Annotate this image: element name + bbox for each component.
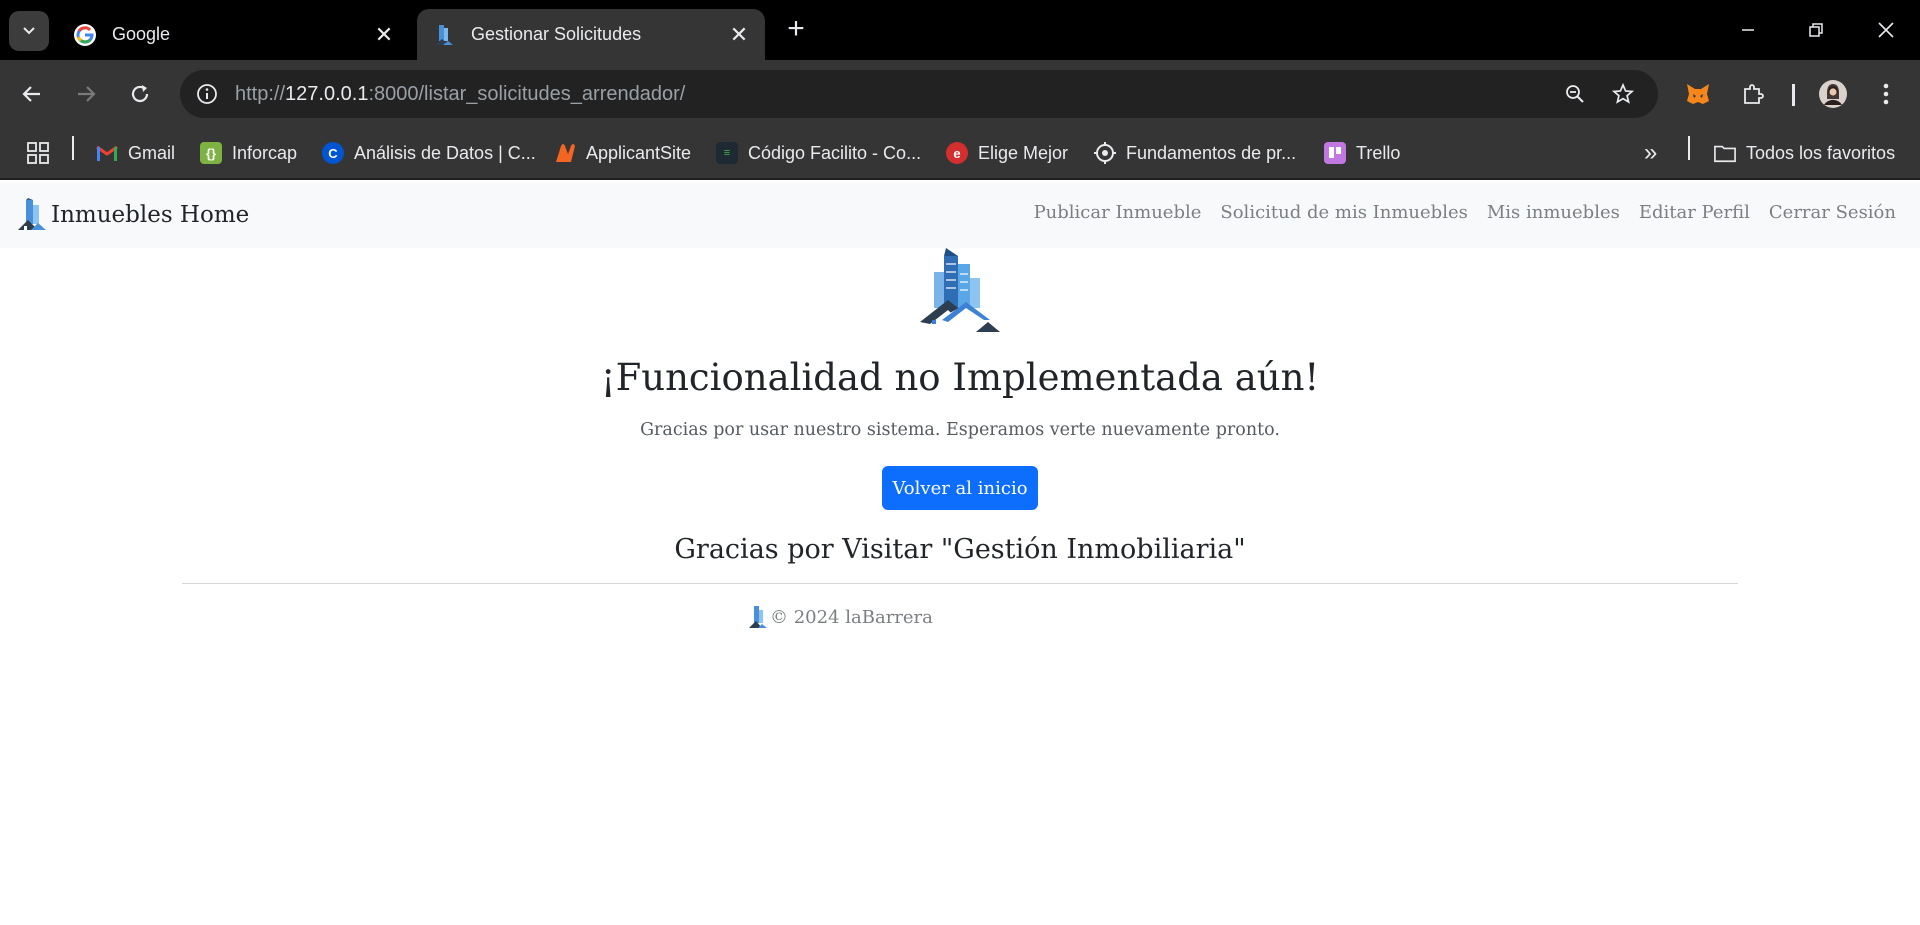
close-icon bbox=[1878, 22, 1894, 38]
bookmark-elige-mejor[interactable]: e Elige Mejor bbox=[946, 138, 1068, 168]
codigofacilito-icon: ≡ bbox=[716, 142, 738, 164]
nav-publicar-inmueble[interactable]: Publicar Inmueble bbox=[1034, 202, 1202, 223]
double-chevron-right-icon: » bbox=[1644, 139, 1658, 166]
url-host: 127.0.0.1 bbox=[285, 83, 369, 105]
minimize-icon bbox=[1742, 29, 1754, 31]
page-subtitle: Gracias por usar nuestro sistema. Espera… bbox=[640, 420, 1280, 440]
brand-link[interactable]: Inmuebles Home bbox=[17, 196, 249, 234]
building-icon bbox=[431, 22, 457, 48]
info-icon[interactable] bbox=[192, 79, 222, 109]
inforcap-icon: {} bbox=[200, 142, 222, 164]
back-home-button[interactable]: Volver al inicio bbox=[882, 466, 1038, 510]
coursera-icon: C bbox=[322, 142, 344, 164]
web-page: Inmuebles Home Publicar Inmueble Solicit… bbox=[0, 182, 1920, 925]
nav-links: Publicar Inmueble Solicitud de mis Inmue… bbox=[1034, 202, 1896, 223]
bookmark-label: Análisis de Datos | C... bbox=[354, 142, 536, 163]
folder-icon bbox=[1714, 142, 1736, 164]
nav-mis-inmuebles[interactable]: Mis inmuebles bbox=[1487, 202, 1620, 223]
bookmark-label: Trello bbox=[1356, 142, 1401, 163]
gmail-icon bbox=[96, 142, 118, 164]
browser-tab-strip: Google ✕ Gestionar Solicitudes ✕ + bbox=[0, 0, 1920, 60]
bookmark-label: Elige Mejor bbox=[978, 142, 1069, 163]
bookmark-label: Inforcap bbox=[232, 142, 298, 163]
restore-button[interactable] bbox=[1796, 14, 1836, 46]
url-path: :8000/listar_solicitudes_arrendador/ bbox=[368, 83, 686, 105]
bookmarks-overflow-button[interactable]: » bbox=[1644, 138, 1657, 168]
arrow-right-icon bbox=[78, 86, 96, 102]
building-logo-icon bbox=[18, 198, 46, 230]
thanks-heading: Gracias por Visitar "Gestión Inmobiliari… bbox=[674, 534, 1246, 565]
applicantsite-icon bbox=[554, 142, 576, 164]
bookmark-label: ApplicantSite bbox=[586, 142, 692, 163]
bookmark-label: Código Facilito - Co... bbox=[748, 142, 922, 163]
new-tab-button[interactable]: + bbox=[780, 14, 812, 46]
bookmark-label: Gmail bbox=[128, 142, 176, 163]
more-menu-icon[interactable] bbox=[1868, 76, 1904, 112]
close-window-button[interactable] bbox=[1866, 14, 1906, 46]
arrow-left-icon bbox=[22, 86, 40, 102]
close-icon[interactable]: ✕ bbox=[725, 21, 753, 49]
chevron-down-icon bbox=[23, 27, 35, 35]
bookmarks-separator bbox=[1688, 136, 1690, 160]
site-navbar: Inmuebles Home Publicar Inmueble Solicit… bbox=[0, 182, 1920, 248]
hero-building-logo bbox=[920, 248, 1000, 334]
bookmark-gmail[interactable]: Gmail bbox=[96, 138, 175, 168]
minimize-button[interactable] bbox=[1728, 14, 1768, 46]
trello-icon bbox=[1324, 142, 1346, 164]
close-icon[interactable]: ✕ bbox=[370, 21, 398, 49]
nav-cerrar-sesion[interactable]: Cerrar Sesión bbox=[1769, 202, 1896, 223]
tab-search-button[interactable] bbox=[9, 11, 49, 51]
google-icon bbox=[72, 22, 98, 48]
bookmark-label: Fundamentos de pr... bbox=[1126, 142, 1297, 163]
browser-toolbar: http://127.0.0.1:8000/listar_solicitudes… bbox=[0, 60, 1920, 128]
bookmarks-separator bbox=[72, 136, 74, 160]
zoom-icon[interactable] bbox=[1560, 79, 1590, 109]
page-title: ¡Funcionalidad no Implementada aún! bbox=[600, 356, 1320, 399]
tab-google[interactable]: Google ✕ bbox=[58, 9, 410, 60]
tab-gestionar-solicitudes[interactable]: Gestionar Solicitudes ✕ bbox=[417, 9, 765, 60]
fundamentos-icon bbox=[1094, 142, 1116, 164]
extensions-icon[interactable] bbox=[1735, 76, 1771, 112]
url-scheme: http:// bbox=[235, 83, 286, 105]
nav-solicitud-mis-inmuebles[interactable]: Solicitud de mis Inmuebles bbox=[1220, 202, 1467, 223]
bookmark-trello[interactable]: Trello bbox=[1324, 138, 1400, 168]
all-bookmarks-folder[interactable]: Todos los favoritos bbox=[1714, 138, 1895, 168]
address-bar[interactable]: http://127.0.0.1:8000/listar_solicitudes… bbox=[180, 70, 1658, 118]
bookmark-applicantsite[interactable]: ApplicantSite bbox=[554, 138, 691, 168]
back-button[interactable] bbox=[14, 76, 50, 112]
metamask-icon[interactable] bbox=[1680, 76, 1716, 112]
reload-button[interactable] bbox=[122, 76, 158, 112]
footer-copyright: © 2024 laBarrera bbox=[770, 606, 933, 628]
bookmark-fundamentos[interactable]: Fundamentos de pr... bbox=[1094, 138, 1296, 168]
eligemejor-icon: e bbox=[946, 142, 968, 164]
bookmark-inforcap[interactable]: {} Inforcap bbox=[200, 138, 297, 168]
reload-icon bbox=[131, 85, 149, 103]
nav-editar-perfil[interactable]: Editar Perfil bbox=[1639, 202, 1750, 223]
bookmark-codigo-facilito[interactable]: ≡ Código Facilito - Co... bbox=[716, 138, 921, 168]
star-icon[interactable] bbox=[1608, 79, 1638, 109]
tab-title: Gestionar Solicitudes bbox=[471, 24, 642, 44]
bookmark-analisis-de-datos[interactable]: C Análisis de Datos | C... bbox=[322, 138, 536, 168]
tab-title: Google bbox=[112, 24, 171, 44]
forward-button[interactable] bbox=[68, 76, 104, 112]
toolbar-separator bbox=[1792, 84, 1795, 106]
url-text[interactable]: http://127.0.0.1:8000/listar_solicitudes… bbox=[235, 83, 685, 106]
restore-icon bbox=[1809, 23, 1823, 37]
apps-icon[interactable] bbox=[26, 138, 50, 168]
profile-avatar[interactable] bbox=[1815, 76, 1851, 112]
brand-name: Inmuebles Home bbox=[51, 202, 250, 228]
building-logo-icon bbox=[749, 606, 767, 628]
footer: © 2024 laBarrera bbox=[748, 604, 933, 630]
bookmark-label: Todos los favoritos bbox=[1746, 142, 1896, 163]
footer-divider bbox=[182, 583, 1738, 584]
